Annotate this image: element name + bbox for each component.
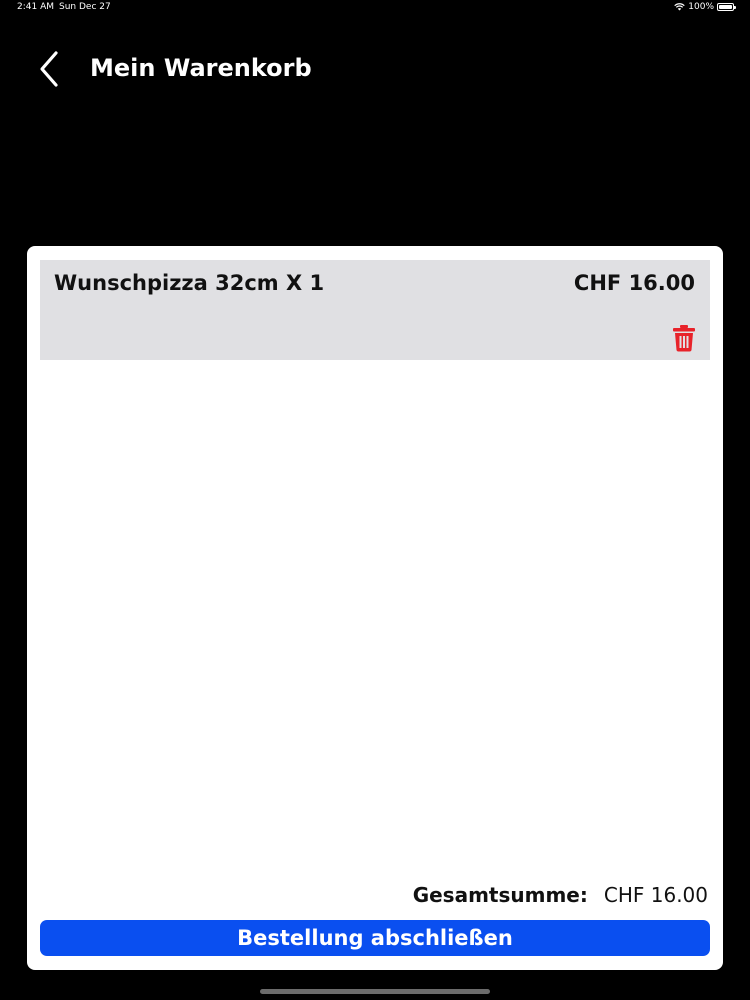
wifi-icon	[674, 3, 685, 11]
trash-icon	[672, 324, 696, 352]
total-row: Gesamtsumme: CHF 16.00	[413, 882, 708, 908]
item-name: Wunschpizza 32cm X 1	[54, 271, 325, 295]
item-price: CHF 16.00	[573, 271, 695, 295]
home-indicator[interactable]	[260, 989, 490, 994]
total-label: Gesamtsumme:	[412, 883, 588, 907]
cart-card: Wunschpizza 32cm X 1 CHF 16.00 Gesamtsum…	[27, 246, 723, 970]
cart-screen: 2:41 AM Sun Dec 27 100% Mein Warenkorb W…	[0, 0, 750, 1000]
status-time: 2:41 AM	[17, 2, 54, 12]
total-value: CHF 16.00	[603, 883, 708, 907]
battery-icon	[717, 3, 736, 11]
cart-item: Wunschpizza 32cm X 1 CHF 16.00	[40, 260, 710, 360]
status-bar: 2:41 AM Sun Dec 27 100%	[0, 0, 750, 16]
status-date: Sun Dec 27	[59, 2, 111, 12]
status-indicators: 100%	[674, 2, 736, 12]
battery-percent: 100%	[688, 2, 714, 12]
checkout-button[interactable]: Bestellung abschließen	[40, 920, 710, 956]
delete-item-button[interactable]	[672, 324, 696, 352]
chevron-left-icon	[36, 48, 66, 90]
back-button[interactable]	[36, 48, 66, 90]
page-title: Mein Warenkorb	[90, 54, 312, 82]
